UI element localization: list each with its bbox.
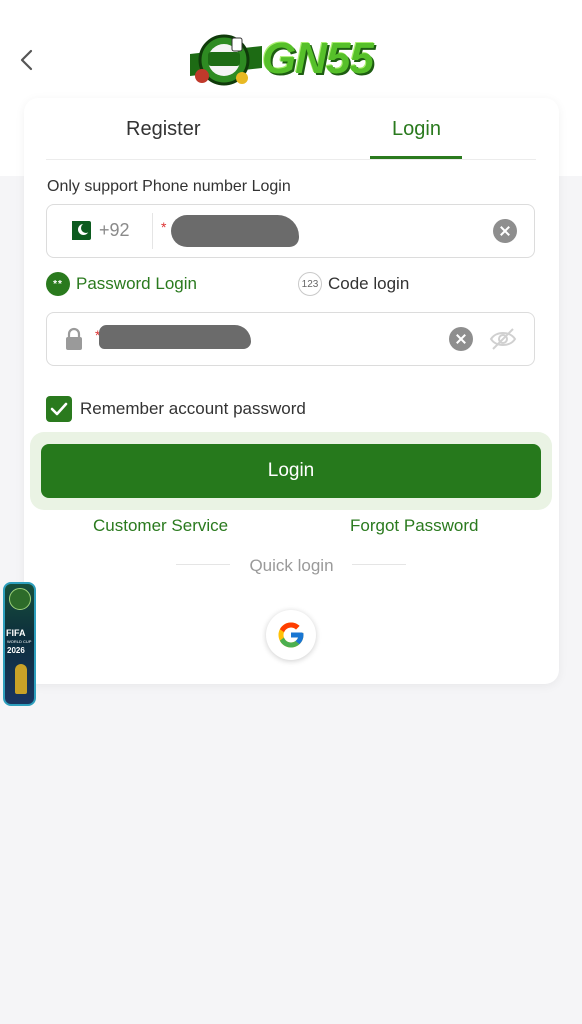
- quick-login-label: Quick login: [249, 556, 334, 575]
- password-mode-icon: **: [46, 272, 70, 296]
- promo-subtitle: WORLD CUP: [7, 639, 32, 644]
- logo-text: GN55: [262, 34, 374, 83]
- remember-password-checkbox[interactable]: Remember account password: [46, 396, 306, 422]
- google-icon: [278, 622, 304, 648]
- divider-line: [352, 564, 406, 565]
- login-button[interactable]: Login: [41, 444, 541, 498]
- divider: [152, 213, 153, 249]
- required-mark: *: [161, 219, 167, 235]
- forgot-password-link[interactable]: Forgot Password: [350, 516, 479, 536]
- country-code[interactable]: +92: [99, 220, 130, 241]
- phone-field[interactable]: +92 *: [46, 204, 535, 258]
- customer-service-link[interactable]: Customer Service: [93, 516, 228, 536]
- pakistan-flag-icon: [65, 221, 91, 240]
- code-login-option[interactable]: 123 Code login: [298, 272, 409, 296]
- code-mode-icon: 123: [298, 272, 322, 296]
- app-logo: GN55: [186, 32, 396, 88]
- remember-label: Remember account password: [80, 399, 306, 418]
- clear-phone-icon[interactable]: [493, 219, 517, 243]
- promo-year: 2026: [7, 646, 25, 655]
- login-button-container: Login: [30, 432, 552, 510]
- code-login-label: Code login: [328, 274, 410, 293]
- password-login-option[interactable]: ** Password Login: [46, 272, 197, 296]
- eye-off-icon[interactable]: [489, 327, 517, 351]
- google-login-button[interactable]: [266, 610, 316, 660]
- casino-chip-icon: [190, 34, 262, 86]
- password-field[interactable]: *: [46, 312, 535, 366]
- login-hint: Only support Phone number Login: [47, 178, 291, 195]
- password-redacted[interactable]: [99, 325, 251, 349]
- lock-icon: [66, 327, 82, 350]
- phone-number-redacted[interactable]: [171, 215, 299, 247]
- promo-logo-icon: [9, 588, 31, 610]
- auth-tabs: Register Login: [46, 98, 536, 160]
- promo-title: FIFA: [6, 628, 26, 638]
- clear-password-icon[interactable]: [449, 327, 473, 351]
- login-card: Register Login Only support Phone number…: [24, 98, 559, 684]
- password-login-label: Password Login: [76, 274, 197, 293]
- fifa-promo-banner[interactable]: FIFA WORLD CUP 2026: [3, 582, 36, 706]
- tab-login[interactable]: Login: [392, 118, 441, 141]
- trophy-icon: [15, 664, 27, 694]
- checkbox-checked-icon[interactable]: [46, 396, 72, 422]
- back-button[interactable]: [14, 46, 38, 74]
- chevron-left-icon: [20, 49, 33, 71]
- active-tab-indicator: [370, 156, 462, 159]
- tab-register[interactable]: Register: [126, 118, 200, 141]
